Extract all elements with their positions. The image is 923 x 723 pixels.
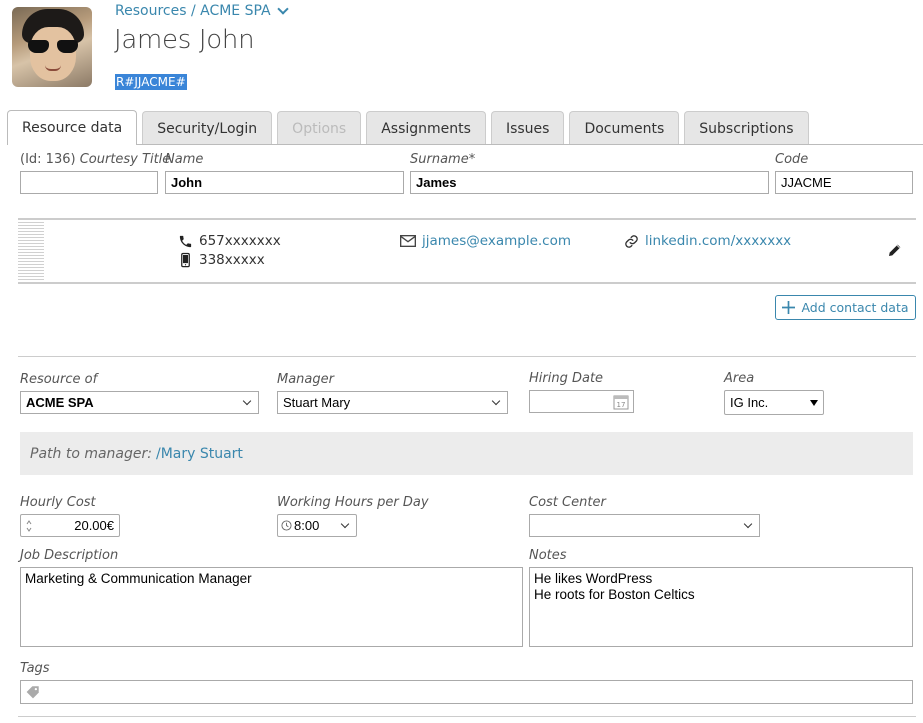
resource-of-label: Resource of bbox=[20, 372, 98, 387]
bottom-divider bbox=[18, 716, 916, 717]
hourly-cost-input[interactable]: 20.00€ bbox=[20, 514, 120, 537]
hiring-date-label: Hiring Date bbox=[529, 371, 604, 386]
surname-input[interactable]: James bbox=[410, 171, 769, 194]
hiring-date-input[interactable]: 17 bbox=[529, 390, 634, 413]
working-hours-value: 8:00 bbox=[294, 518, 320, 533]
page-title: James John bbox=[114, 25, 255, 55]
working-hours-label: Working Hours per Day bbox=[277, 495, 429, 510]
area-label: Area bbox=[724, 371, 755, 386]
resource-of-value: ACME SPA bbox=[26, 395, 94, 410]
notes-textarea[interactable]: He likes WordPress He roots for Boston C… bbox=[529, 567, 913, 647]
clock-icon bbox=[281, 520, 292, 531]
path-manager-link[interactable]: /Mary Stuart bbox=[156, 446, 243, 462]
tab-resource-data[interactable]: Resource data bbox=[7, 110, 138, 145]
working-hours-display: 8:00 bbox=[281, 518, 319, 533]
resource-of-select[interactable]: ACME SPA bbox=[20, 391, 259, 414]
tab-bar: Resource data Security/Login Options Ass… bbox=[7, 110, 814, 145]
courtesy-label-text: Courtesy Title bbox=[79, 152, 171, 167]
tab-security-login[interactable]: Security/Login bbox=[142, 111, 273, 145]
hourly-cost-label: Hourly Cost bbox=[20, 495, 96, 510]
mobile-phone-icon bbox=[181, 252, 190, 268]
spinner-icon[interactable] bbox=[26, 519, 32, 533]
svg-text:17: 17 bbox=[617, 401, 626, 409]
chevron-down-icon bbox=[743, 519, 753, 529]
area-value: IG Inc. bbox=[730, 395, 769, 410]
section-divider bbox=[18, 356, 916, 357]
chevron-down-icon bbox=[242, 396, 252, 406]
name-label: Name bbox=[165, 152, 204, 167]
cost-center-label: Cost Center bbox=[529, 495, 606, 510]
email-link[interactable]: jjames@example.com bbox=[422, 233, 571, 249]
tags-input[interactable] bbox=[20, 680, 913, 704]
link-icon bbox=[625, 234, 638, 248]
chevron-down-icon[interactable] bbox=[276, 3, 289, 15]
surname-label: Surname* bbox=[410, 152, 476, 167]
add-contact-data-button[interactable]: Add contact data bbox=[775, 295, 916, 320]
envelope-icon bbox=[400, 235, 416, 247]
manager-label: Manager bbox=[277, 372, 334, 387]
cost-center-select[interactable] bbox=[529, 514, 760, 537]
tab-documents[interactable]: Documents bbox=[569, 111, 680, 145]
tag-icon bbox=[26, 686, 39, 699]
resource-code: R#JJACME# bbox=[115, 74, 187, 90]
chevron-down-icon bbox=[340, 519, 350, 529]
code-label: Code bbox=[775, 152, 809, 167]
phone-contact: 657xxxxxxx bbox=[178, 233, 281, 249]
path-label: Path to manager: bbox=[30, 445, 152, 462]
contact-drag-handle bbox=[18, 222, 44, 280]
hourly-cost-value: 20.00€ bbox=[74, 518, 114, 533]
manager-value: Stuart Mary bbox=[283, 395, 351, 410]
job-description-textarea[interactable]: Marketing & Communication Manager bbox=[20, 567, 523, 647]
courtesy-title-label: (Id: 136) Courtesy Title bbox=[20, 152, 170, 167]
working-hours-select[interactable]: 8:00 bbox=[277, 514, 357, 537]
tab-underline bbox=[7, 144, 923, 145]
breadcrumb-text[interactable]: Resources / ACME SPA bbox=[115, 3, 271, 19]
mobile-number: 338xxxxx bbox=[199, 252, 265, 268]
tab-subscriptions[interactable]: Subscriptions bbox=[684, 111, 809, 145]
notes-label: Notes bbox=[529, 548, 567, 563]
calendar-icon[interactable]: 17 bbox=[613, 394, 629, 410]
pencil-icon[interactable] bbox=[887, 242, 903, 262]
path-to-manager: Path to manager: /Mary Stuart bbox=[20, 432, 913, 475]
tab-options: Options bbox=[277, 111, 362, 145]
name-input[interactable]: John bbox=[165, 171, 404, 194]
chevron-down-icon bbox=[491, 396, 501, 406]
courtesy-title-input[interactable] bbox=[20, 171, 158, 194]
tags-label: Tags bbox=[20, 661, 50, 676]
website-link[interactable]: linkedin.com/xxxxxxx bbox=[645, 233, 791, 249]
plus-icon bbox=[782, 301, 796, 314]
add-contact-label: Add contact data bbox=[801, 300, 909, 315]
website-contact[interactable]: linkedin.com/xxxxxxx bbox=[624, 233, 791, 249]
phone-number: 657xxxxxxx bbox=[199, 233, 281, 249]
phone-icon bbox=[179, 235, 192, 247]
avatar bbox=[12, 7, 92, 87]
job-description-label: Job Description bbox=[20, 548, 119, 563]
tab-issues[interactable]: Issues bbox=[490, 111, 565, 145]
code-input[interactable]: JJACME bbox=[775, 171, 913, 194]
dropdown-arrow-icon bbox=[810, 399, 818, 406]
manager-select[interactable]: Stuart Mary bbox=[277, 391, 508, 414]
email-contact[interactable]: jjames@example.com bbox=[400, 233, 571, 249]
tab-assignments[interactable]: Assignments bbox=[366, 111, 486, 145]
breadcrumb[interactable]: Resources / ACME SPA bbox=[115, 3, 289, 19]
mobile-contact: 338xxxxx bbox=[178, 252, 265, 268]
contact-data-box bbox=[18, 218, 916, 284]
id-label: (Id: 136) bbox=[20, 152, 76, 167]
area-select[interactable]: IG Inc. bbox=[724, 390, 824, 415]
